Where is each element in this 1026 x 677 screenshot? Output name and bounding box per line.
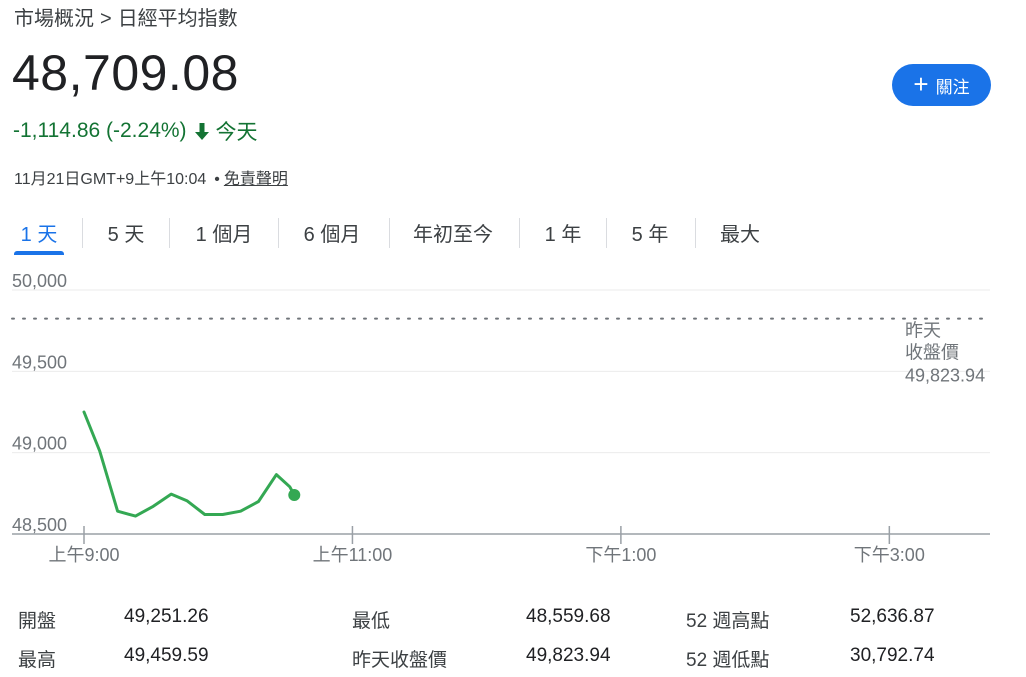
x-tick-label: 下午3:00 (854, 545, 925, 565)
tab-max[interactable]: 最大 (708, 208, 772, 256)
change-period: 今天 (215, 121, 258, 144)
tab-divider (519, 218, 520, 248)
previous-close-value: 49,823.94 (905, 366, 985, 386)
quote-timestamp: 11月21日GMT+9上午10:04 (14, 171, 207, 188)
stat-value-prev-close: 49,823.94 (526, 645, 611, 666)
stat-label-high: 最高 (18, 650, 57, 671)
stat-value-high: 49,459.59 (124, 645, 209, 666)
x-axis-ticks: 上午9:00 上午11:00 下午1:00 下午3:00 (48, 526, 925, 565)
stat-label-prev-close: 昨天收盤價 (352, 650, 448, 671)
disclaimer-link[interactable]: 免責聲明 (224, 171, 288, 188)
tab-5-years[interactable]: 5 年 (619, 208, 681, 256)
breadcrumb-separator: > (100, 8, 112, 30)
y-tick-label: 49,500 (12, 352, 67, 372)
plus-icon: + (913, 69, 929, 99)
arrow-down-icon (194, 123, 209, 140)
separator-dot: • (214, 171, 220, 188)
tab-divider (606, 218, 607, 248)
stat-label-open: 開盤 (18, 611, 57, 632)
stat-label-52w-high: 52 週高點 (686, 611, 770, 632)
tab-ytd[interactable]: 年初至今 (402, 208, 504, 256)
tab-divider (389, 218, 390, 248)
range-tabs: 1 天 5 天 1 個月 6 個月 年初至今 1 年 5 年 最大 (0, 208, 800, 256)
stat-label-low: 最低 (352, 611, 391, 632)
price-chart[interactable]: 50,000 49,500 49,000 48,500 昨天 收盤價 49,823.9… (0, 270, 1026, 580)
change-value: -1,114.86 (-2.24%) (13, 119, 187, 142)
y-tick-label: 48,500 (12, 515, 67, 535)
current-price: 48,709.08 (12, 45, 239, 101)
stat-value-low: 48,559.68 (526, 606, 611, 627)
previous-close-label-line-2: 收盤價 (905, 343, 959, 363)
x-tick-label: 下午1:00 (585, 545, 656, 565)
tab-divider (169, 218, 170, 248)
previous-close-label-line-1: 昨天 (905, 321, 941, 341)
breadcrumb: 市場概況 > 日經平均指數 (14, 2, 238, 31)
x-tick-label: 上午11:00 (313, 545, 393, 565)
chart-gridlines (12, 289, 990, 454)
follow-button[interactable]: + 關注 (892, 64, 991, 106)
stat-value-52w-high: 52,636.87 (850, 606, 935, 627)
y-tick-label: 50,000 (12, 271, 67, 291)
follow-button-label: 關注 (935, 77, 970, 97)
breadcrumb-current: 日經平均指數 (117, 8, 238, 30)
price-change: -1,114.86 (-2.24%) 今天 (13, 116, 258, 146)
stat-value-open: 49,251.26 (124, 606, 209, 627)
tab-1-day[interactable]: 1 天 (14, 208, 64, 256)
x-tick-label: 上午9:00 (48, 545, 119, 565)
tab-divider (82, 218, 83, 248)
stat-value-52w-low: 30,792.74 (850, 645, 935, 666)
tab-divider (278, 218, 279, 248)
breadcrumb-parent-link[interactable]: 市場概況 (14, 8, 94, 30)
tab-divider (695, 218, 696, 248)
previous-close-label: 昨天 收盤價 49,823.94 (905, 321, 985, 386)
y-axis-ticks: 50,000 49,500 49,000 48,500 (12, 271, 67, 535)
latest-price-point (288, 488, 301, 501)
y-tick-label: 49,000 (12, 434, 67, 454)
quote-timestamp-row: 11月21日GMT+9上午10:04 • 免責聲明 (14, 165, 288, 189)
tab-1-year[interactable]: 1 年 (532, 208, 594, 256)
price-series-line (82, 410, 296, 518)
stat-label-52w-low: 52 週低點 (686, 650, 770, 671)
tab-6-months[interactable]: 6 個月 (292, 208, 372, 256)
tab-1-month[interactable]: 1 個月 (184, 208, 264, 256)
tab-5-days[interactable]: 5 天 (97, 208, 155, 256)
